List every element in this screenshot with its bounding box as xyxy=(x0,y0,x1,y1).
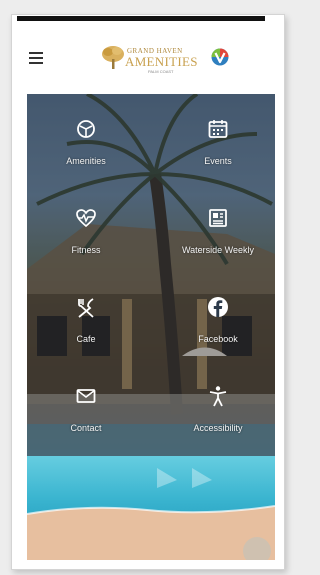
fork-knife-icon xyxy=(78,298,94,318)
tile-waterside-weekly[interactable]: Waterside Weekly xyxy=(163,207,273,277)
pool-scene xyxy=(27,468,275,560)
amenities-icon xyxy=(77,120,95,138)
tile-label: Waterside Weekly xyxy=(181,245,255,255)
v-badge-icon[interactable] xyxy=(211,48,229,66)
tile-label: Accessibility xyxy=(193,423,243,433)
calendar-icon xyxy=(208,120,228,138)
tree-logo-icon xyxy=(102,46,124,69)
tile-label: Facebook xyxy=(198,334,238,344)
tile-label: Amenities xyxy=(66,156,106,166)
facebook-icon xyxy=(208,297,228,317)
newspaper-icon xyxy=(209,209,227,227)
logo-line-3: PALM COAST xyxy=(148,69,174,74)
tile-cafe[interactable]: Cafe xyxy=(31,296,141,366)
pool-image xyxy=(27,456,275,560)
tile-label: Cafe xyxy=(76,334,96,344)
tile-facebook[interactable]: Facebook xyxy=(163,296,273,366)
app-header: GRAND HAVEN AMENITIES PALM COAST xyxy=(17,21,265,93)
heart-pulse-icon xyxy=(76,209,96,228)
tile-amenities[interactable]: Amenities xyxy=(31,118,141,188)
grand-haven-logo: GRAND HAVEN AMENITIES PALM COAST xyxy=(101,43,211,77)
tile-label: Contact xyxy=(70,423,102,433)
logo-line-2: AMENITIES xyxy=(125,54,198,69)
hamburger-menu-icon[interactable] xyxy=(29,52,43,64)
tile-label: Fitness xyxy=(71,245,101,255)
accessibility-icon xyxy=(209,386,227,407)
tile-label: Events xyxy=(204,156,232,166)
tile-events[interactable]: Events xyxy=(163,118,273,188)
tile-contact[interactable]: Contact xyxy=(31,385,141,455)
tile-accessibility[interactable]: Accessibility xyxy=(163,385,273,455)
envelope-icon xyxy=(76,389,96,403)
tile-fitness[interactable]: Fitness xyxy=(31,207,141,277)
